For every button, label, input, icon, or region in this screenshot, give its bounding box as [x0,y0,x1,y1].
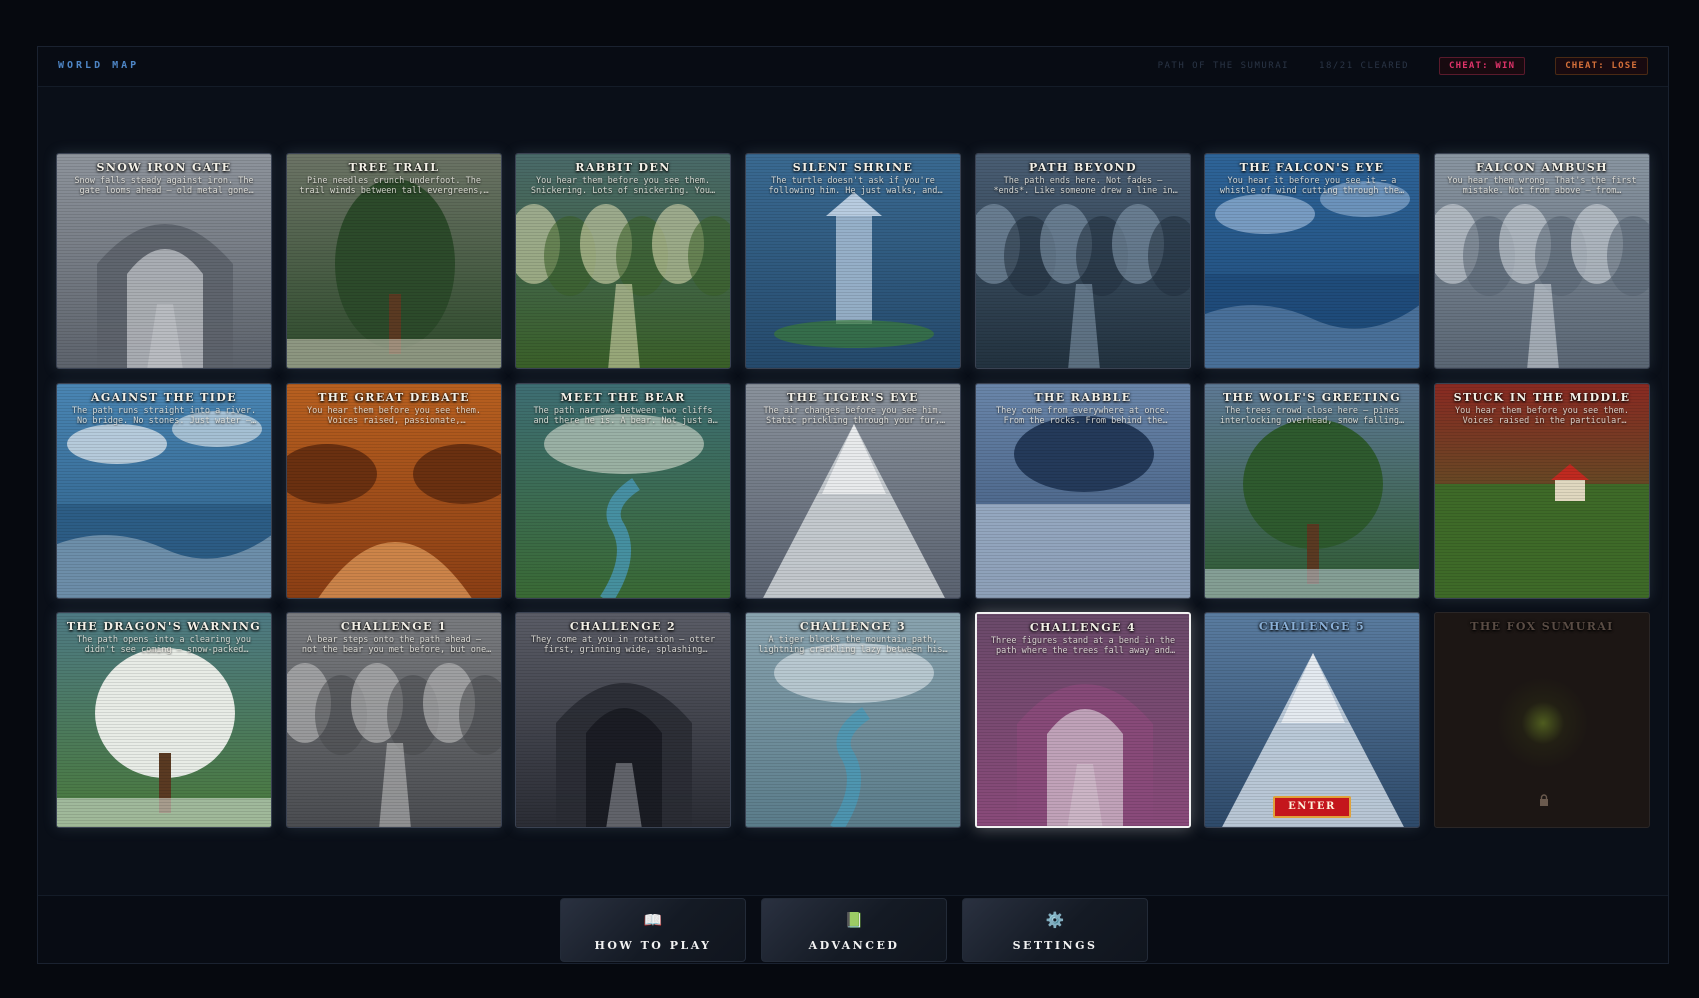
settings-button[interactable]: ⚙️ SETTINGS [962,898,1148,962]
level-card[interactable]: CHALLENGE 5 ENTER [1204,612,1420,828]
level-title: STUCK IN THE MIDDLE [1453,391,1631,404]
level-card[interactable]: SILENT SHRINE The turtle doesn't ask if y… [745,153,961,369]
how-to-play-label: HOW TO PLAY [594,939,712,952]
level-card[interactable]: CHALLENGE 2 They come at you in rotation … [515,612,731,828]
level-title: RABBIT DEN [575,161,671,174]
level-title: THE TIGER'S EYE [787,391,919,404]
level-card: THE FOX SUMURAI [1434,612,1650,828]
level-title: THE RABBLE [1034,391,1132,404]
bottom-bar: 📖 HOW TO PLAY 📗 ADVANCED ⚙️ SETTINGS [38,895,1668,963]
level-card[interactable]: CHALLENGE 3 A tiger blocks the mountain p… [745,612,961,828]
level-card[interactable]: THE RABBLE They come from everywhere at o… [975,383,1191,599]
level-card[interactable]: THE DRAGON'S WARNING The path opens into … [56,612,272,828]
advanced-button[interactable]: 📗 ADVANCED [761,898,947,962]
level-title: MEET THE BEAR [560,391,686,404]
level-title: CHALLENGE 4 [1029,621,1137,634]
level-title: CHALLENGE 3 [799,620,907,633]
level-card[interactable]: THE WOLF'S GREETING The trees crowd close… [1204,383,1420,599]
level-title: SILENT SHRINE [792,161,914,174]
level-title: THE FALCON'S EYE [1239,161,1385,174]
level-card[interactable]: MEET THE BEAR The path narrows between tw… [515,383,731,599]
gear-icon: ⚙️ [1045,911,1065,929]
level-card[interactable]: STUCK IN THE MIDDLE You hear them before … [1434,383,1650,599]
level-description: The trees crowd close here — pines inter… [1219,406,1405,426]
level-card[interactable]: RABBIT DEN You hear them before you see t… [515,153,731,369]
level-grid: SNOW IRON GATE Snow falls steady against … [38,47,1668,963]
level-card[interactable]: AGAINST THE TIDE The path runs straight i… [56,383,272,599]
level-card[interactable]: CHALLENGE 4 Three figures stand at a bend… [975,612,1191,828]
level-card[interactable]: THE FALCON'S EYE You hear it before you s… [1204,153,1420,369]
level-description: The turtle doesn't ask if you're followi… [768,176,938,196]
level-title: THE WOLF'S GREETING [1222,391,1402,404]
level-description: You hear them before you see them. Snick… [530,176,716,196]
level-title: CHALLENGE 5 [1258,620,1366,633]
level-title: SNOW IRON GATE [96,161,232,174]
enter-button[interactable]: ENTER [1273,796,1351,818]
level-description: The path narrows between two cliffs and … [533,406,713,426]
level-description: They come from everywhere at once. From … [996,406,1170,426]
level-description: Snow falls steady against iron. The gate… [74,176,254,196]
game-frame: WORLD MAP PATH OF THE SUMURAI 18/21 CLEA… [37,46,1669,964]
level-description: They come at you in rotation — otter fir… [530,635,716,655]
level-description: The path ends here. Not fades — *ends*. … [993,176,1173,196]
level-card[interactable]: THE GREAT DEBATE You hear them before you… [286,383,502,599]
level-card[interactable]: TREE TRAIL Pine needles crunch underfoot.… [286,153,502,369]
level-title: THE DRAGON'S WARNING [66,620,262,633]
level-description: A bear steps onto the path ahead — not t… [301,635,487,655]
level-title: THE FOX SUMURAI [1470,620,1614,633]
level-description: The air changes before you see him. Stat… [763,406,943,426]
level-description: Three figures stand at a bend in the pat… [990,636,1176,656]
level-title: PATH BEYOND [1029,161,1137,174]
level-description: A tiger blocks the mountain path, lightn… [758,635,948,655]
level-description: You hear them before you see them. Voice… [307,406,481,426]
level-title: CHALLENGE 2 [569,620,677,633]
level-card[interactable]: PATH BEYOND The path ends here. Not fades… [975,153,1191,369]
level-title: FALCON AMBUSH [1476,161,1608,174]
level-description: You hear them wrong. That's the first mi… [1447,176,1637,196]
level-description: The path runs straight into a river. No … [71,406,257,426]
settings-label: SETTINGS [1012,939,1098,952]
lock-icon [1540,794,1548,806]
level-description: You hear them before you see them. Voice… [1455,406,1629,426]
level-description: You hear it before you see it — a whistl… [1219,176,1405,196]
level-title: AGAINST THE TIDE [90,391,238,404]
level-title: THE GREAT DEBATE [318,391,470,404]
advanced-label: ADVANCED [808,939,900,952]
level-description: Pine needles crunch underfoot. The trail… [299,176,489,196]
level-description: The path opens into a clearing you didn'… [77,635,251,655]
level-card[interactable]: FALCON AMBUSH You hear them wrong. That's… [1434,153,1650,369]
locked-glow [1493,673,1593,773]
level-card[interactable]: CHALLENGE 1 A bear steps onto the path ah… [286,612,502,828]
green-book-icon: 📗 [844,911,864,929]
level-title: TREE TRAIL [348,161,440,174]
level-title: CHALLENGE 1 [340,620,448,633]
book-icon: 📖 [643,911,663,929]
level-card[interactable]: THE TIGER'S EYE The air changes before yo… [745,383,961,599]
level-card[interactable]: SNOW IRON GATE Snow falls steady against … [56,153,272,369]
how-to-play-button[interactable]: 📖 HOW TO PLAY [560,898,746,962]
